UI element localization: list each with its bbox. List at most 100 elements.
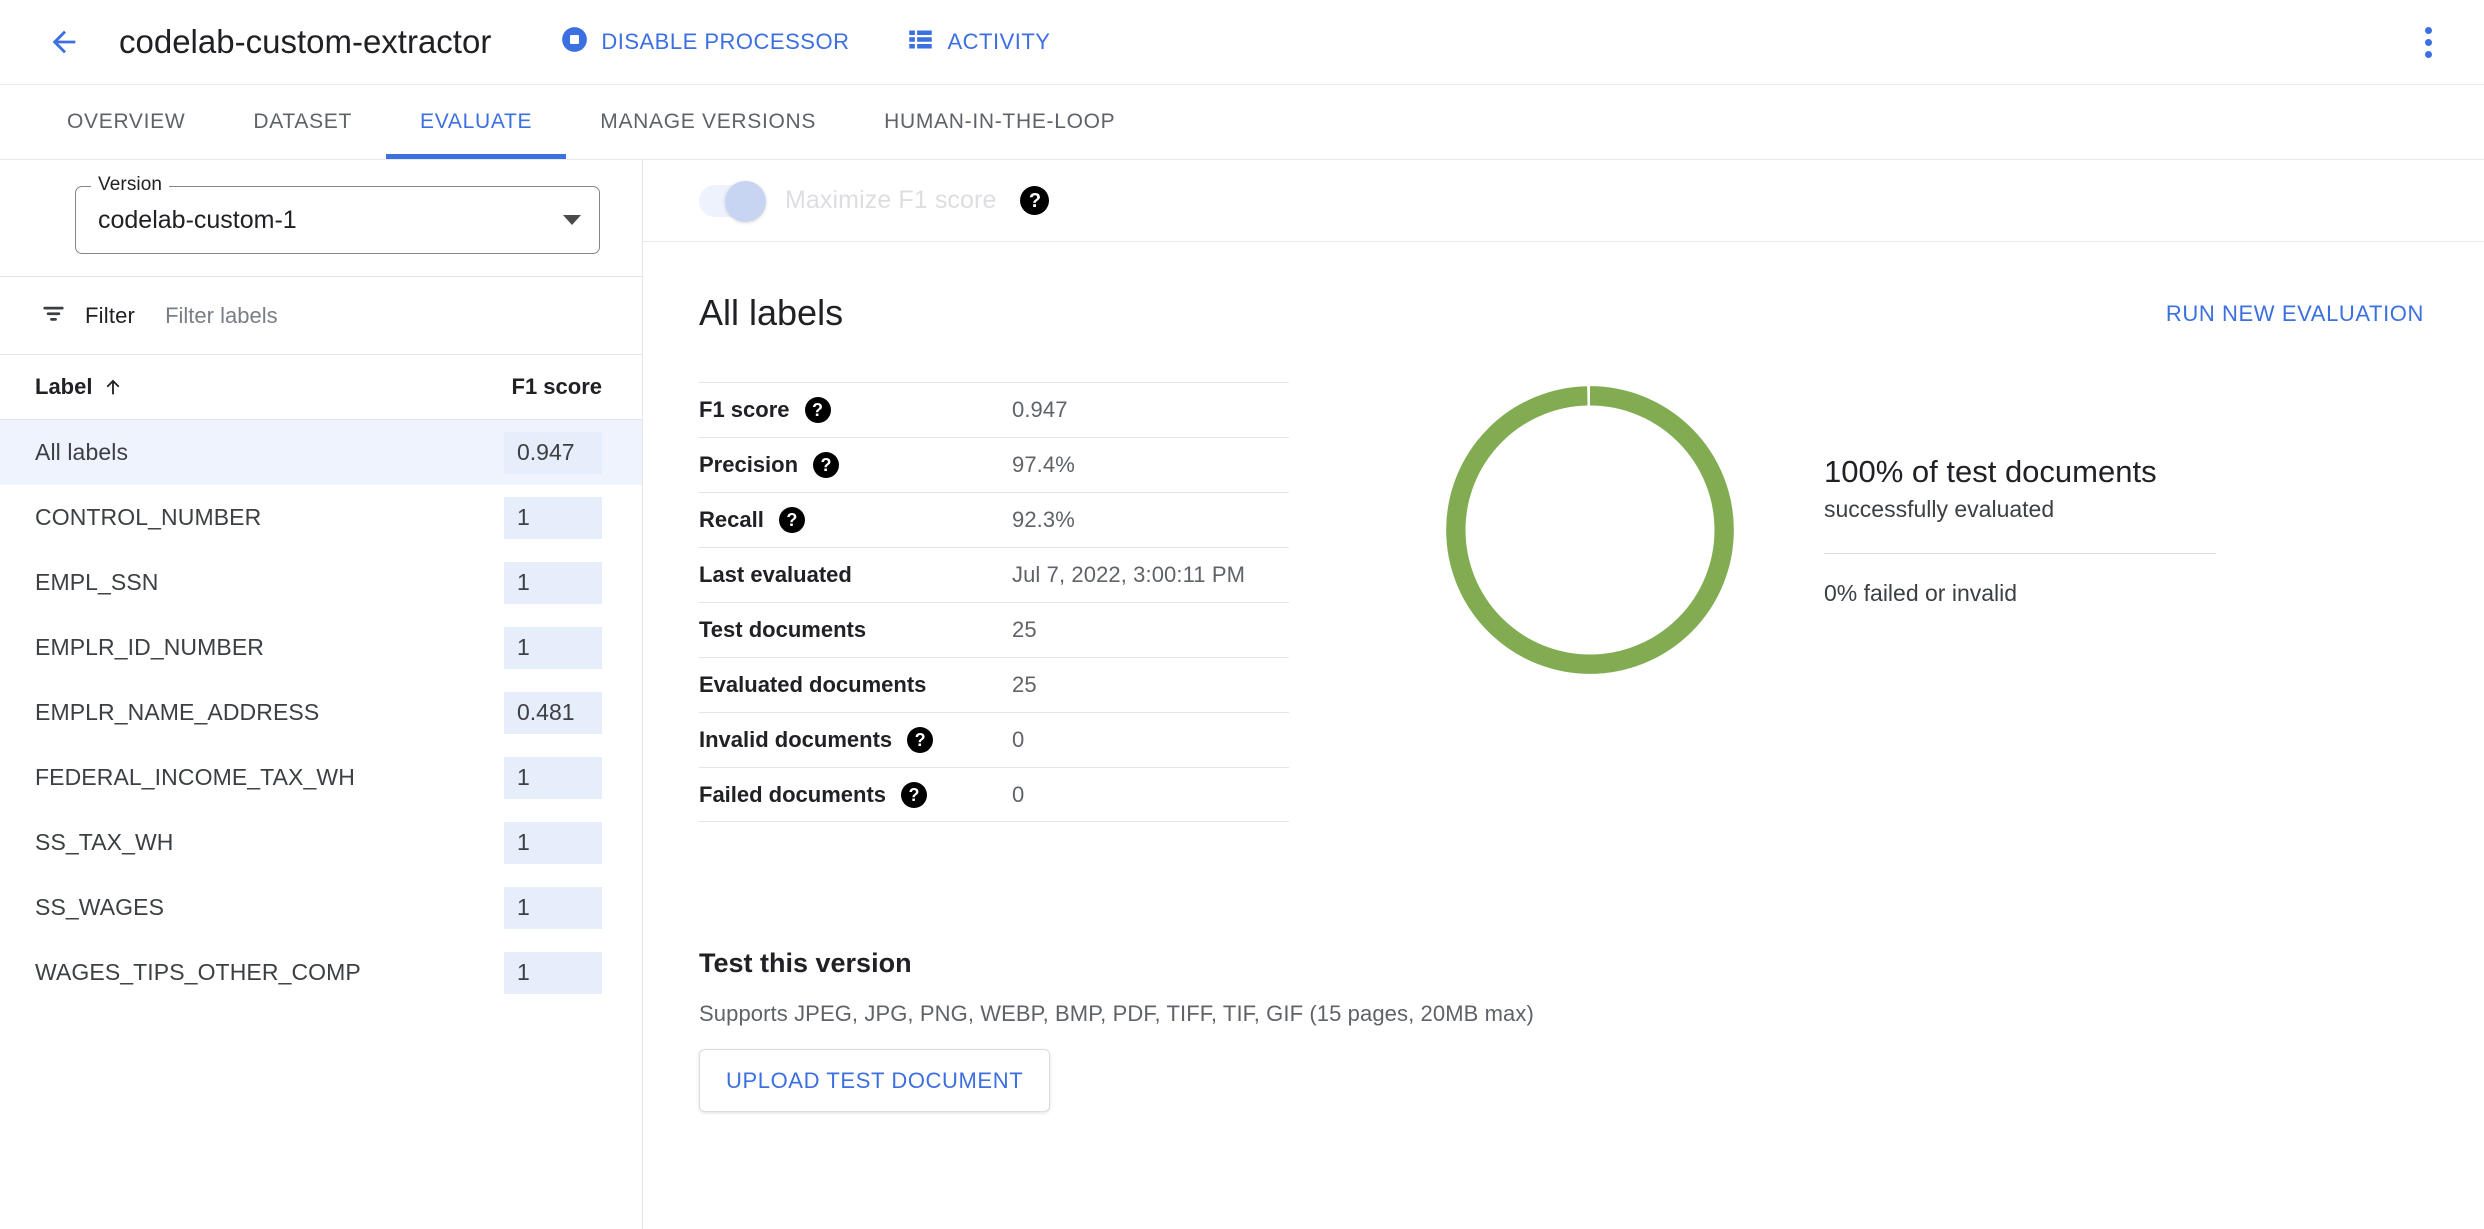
kebab-dot	[2425, 27, 2432, 34]
label-name: All labels	[35, 439, 128, 466]
donut-failed-line: 0% failed or invalid	[1824, 580, 2216, 607]
metric-row: Last evaluated Jul 7, 2022, 3:00:11 PM	[699, 547, 1289, 602]
metric-key: Evaluated documents	[699, 672, 1012, 698]
metric-key-text: Last evaluated	[699, 562, 852, 588]
metric-row: Failed documents ? 0	[699, 767, 1289, 822]
metrics-and-chart: F1 score ? 0.947 Precision ? 97.4%	[699, 382, 2424, 822]
sidebar: Version codelab-custom-1 Filter Label	[0, 160, 643, 1229]
toggle-knob	[725, 181, 766, 222]
label-name: EMPL_SSN	[35, 569, 159, 596]
f1-score-chip: 1	[504, 952, 602, 994]
label-name: SS_WAGES	[35, 894, 164, 921]
metric-key: Recall ?	[699, 507, 1012, 533]
tab-dataset[interactable]: DATASET	[219, 85, 386, 159]
arrow-up-icon	[102, 376, 124, 398]
f1-score-chip: 1	[504, 627, 602, 669]
column-header-f1: F1 score	[512, 374, 603, 400]
more-vert-icon[interactable]	[2406, 20, 2450, 64]
main-content: Maximize F1 score ? All labels RUN NEW E…	[643, 160, 2484, 1229]
help-icon[interactable]: ?	[779, 507, 805, 533]
maximize-f1-label: Maximize F1 score	[785, 186, 996, 215]
donut-chart-svg	[1434, 374, 1746, 686]
metric-key-text: F1 score	[699, 397, 790, 423]
metric-row: Recall ? 92.3%	[699, 492, 1289, 547]
f1-score-chip: 1	[504, 757, 602, 799]
table-row[interactable]: EMPLR_NAME_ADDRESS 0.481	[0, 680, 642, 745]
donut-headline: 100% of test documents	[1824, 453, 2216, 491]
help-icon[interactable]: ?	[813, 452, 839, 478]
table-row[interactable]: All labels 0.947	[0, 420, 642, 485]
filter-label: Filter	[85, 303, 135, 329]
list-icon	[907, 26, 934, 59]
f1-score-chip: 1	[504, 887, 602, 929]
activity-label: ACTIVITY	[947, 29, 1050, 55]
tab-manage-versions[interactable]: MANAGE VERSIONS	[566, 85, 850, 159]
filter-input[interactable]	[165, 303, 602, 329]
metric-key-text: Invalid documents	[699, 727, 892, 753]
metrics-table: F1 score ? 0.947 Precision ? 97.4%	[699, 382, 1289, 822]
upload-test-document-button[interactable]: UPLOAD TEST DOCUMENT	[699, 1049, 1050, 1112]
f1-score-chip: 0.947	[504, 432, 602, 474]
help-icon[interactable]: ?	[1020, 186, 1049, 215]
metric-key: Precision ?	[699, 452, 1012, 478]
metric-key-text: Failed documents	[699, 782, 886, 808]
metric-key: Last evaluated	[699, 562, 1012, 588]
label-name: WAGES_TIPS_OTHER_COMP	[35, 959, 361, 986]
column-header-label-text: Label	[35, 374, 92, 400]
test-section-supports: Supports JPEG, JPG, PNG, WEBP, BMP, PDF,…	[699, 1001, 2424, 1027]
label-name: CONTROL_NUMBER	[35, 504, 261, 531]
help-icon[interactable]: ?	[805, 397, 831, 423]
metric-key: Failed documents ?	[699, 782, 1012, 808]
tab-human-in-the-loop[interactable]: HUMAN-IN-THE-LOOP	[850, 85, 1149, 159]
label-name: EMPLR_NAME_ADDRESS	[35, 699, 319, 726]
label-list: All labels 0.947 CONTROL_NUMBER 1 EMPL_S…	[0, 420, 642, 1229]
kebab-dot	[2425, 51, 2432, 58]
filter-row: Filter	[0, 277, 642, 355]
table-row[interactable]: SS_WAGES 1	[0, 875, 642, 940]
app-header: codelab-custom-extractor DISABLE PROCESS…	[0, 0, 2484, 85]
tab-overview[interactable]: OVERVIEW	[33, 85, 219, 159]
page-title: codelab-custom-extractor	[119, 23, 491, 61]
metric-value: 0	[1012, 782, 1024, 808]
label-name: EMPLR_ID_NUMBER	[35, 634, 264, 661]
label-name: FEDERAL_INCOME_TAX_WH	[35, 764, 355, 791]
column-header-label[interactable]: Label	[35, 374, 124, 400]
table-row[interactable]: EMPL_SSN 1	[0, 550, 642, 615]
metric-key-text: Precision	[699, 452, 798, 478]
filter-list-icon	[40, 300, 67, 332]
help-icon[interactable]: ?	[901, 782, 927, 808]
table-row[interactable]: SS_TAX_WH 1	[0, 810, 642, 875]
metric-key: Test documents	[699, 617, 1012, 643]
version-select-value: codelab-custom-1	[98, 206, 553, 235]
table-row[interactable]: EMPLR_ID_NUMBER 1	[0, 615, 642, 680]
metric-value: Jul 7, 2022, 3:00:11 PM	[1012, 562, 1245, 588]
maximize-f1-bar: Maximize F1 score ?	[643, 160, 2484, 242]
donut-legend: 100% of test documents successfully eval…	[1824, 453, 2216, 607]
donut-divider	[1824, 553, 2216, 554]
chevron-down-icon	[563, 215, 581, 225]
version-select[interactable]: Version codelab-custom-1	[75, 186, 600, 254]
stop-circle-icon	[561, 26, 588, 59]
test-section-title: Test this version	[699, 948, 2424, 979]
metric-value: 25	[1012, 672, 1037, 698]
section-title: All labels	[699, 292, 843, 334]
help-icon[interactable]: ?	[907, 727, 933, 753]
content-header: All labels RUN NEW EVALUATION	[699, 292, 2424, 334]
f1-score-chip: 1	[504, 562, 602, 604]
maximize-f1-toggle[interactable]	[699, 185, 761, 217]
tab-evaluate[interactable]: EVALUATE	[386, 85, 566, 159]
donut-subline: successfully evaluated	[1824, 496, 2216, 523]
disable-processor-button[interactable]: DISABLE PROCESSOR	[561, 26, 849, 59]
metric-key-text: Recall	[699, 507, 764, 533]
table-row[interactable]: WAGES_TIPS_OTHER_COMP 1	[0, 940, 642, 1005]
back-button[interactable]	[40, 18, 88, 66]
metric-value: 97.4%	[1012, 452, 1075, 478]
metric-key-text: Test documents	[699, 617, 866, 643]
run-new-evaluation-button[interactable]: RUN NEW EVALUATION	[2166, 301, 2424, 327]
metric-row: Evaluated documents 25	[699, 657, 1289, 712]
table-row[interactable]: CONTROL_NUMBER 1	[0, 485, 642, 550]
metric-row: F1 score ? 0.947	[699, 382, 1289, 437]
metric-row: Test documents 25	[699, 602, 1289, 657]
activity-button[interactable]: ACTIVITY	[907, 26, 1050, 59]
table-row[interactable]: FEDERAL_INCOME_TAX_WH 1	[0, 745, 642, 810]
